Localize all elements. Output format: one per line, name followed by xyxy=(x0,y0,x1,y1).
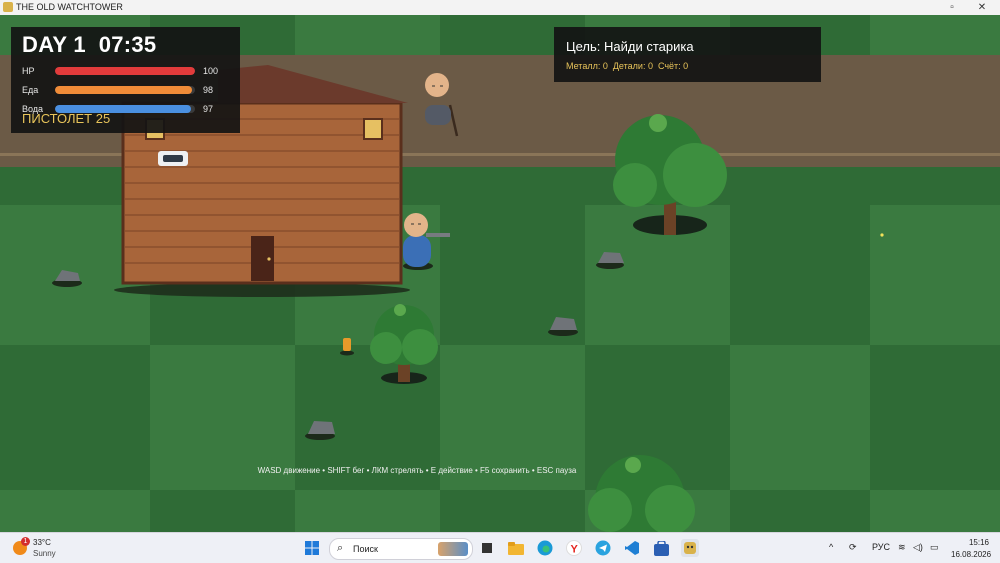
search-icon: ⌕ xyxy=(337,542,344,554)
store-icon[interactable] xyxy=(652,539,670,557)
weather-desc[interactable]: Sunny xyxy=(33,549,56,558)
yandex-browser-icon[interactable]: Y xyxy=(565,539,583,557)
close-button[interactable]: ✕ xyxy=(970,0,994,15)
hp-label: HP xyxy=(22,66,35,76)
battery-icon[interactable]: ▭ xyxy=(930,542,939,553)
tray-chevron-icon[interactable]: ^ xyxy=(829,542,833,552)
edge-browser-icon[interactable] xyxy=(536,539,554,557)
controls-hint: WASD движение • SHIFT бег • ЛКМ стрелять… xyxy=(257,466,577,475)
game-viewport[interactable]: DAY 1 07:35 HP 100 Еда 98 Вода 97 ПИСТОЛ… xyxy=(0,15,1000,532)
stats-panel: DAY 1 07:35 HP 100 Еда 98 Вода 97 ПИСТОЛ… xyxy=(11,27,240,133)
notification-badge: 1 xyxy=(21,537,30,546)
volume-icon[interactable]: ◁) xyxy=(913,542,923,553)
hp-stat: HP 100 xyxy=(22,65,237,77)
search-placeholder: Поиск xyxy=(353,544,378,554)
objective-panel: Цель: Найди старика Металл: 0 Детали: 0 … xyxy=(554,27,821,82)
objective-title: Цель: Найди старика xyxy=(566,39,694,54)
file-explorer-icon[interactable] xyxy=(507,539,525,557)
weapon-ammo-label: ПИСТОЛЕТ 25 xyxy=(22,111,111,126)
search-highlight-image xyxy=(438,542,468,556)
language-indicator[interactable]: РУС xyxy=(872,542,890,552)
clock-time[interactable]: 15:16 xyxy=(951,538,989,547)
taskbar-search-input[interactable]: ⌕ Поиск xyxy=(329,538,473,560)
food-label: Еда xyxy=(22,85,39,95)
wifi-icon[interactable]: ≋ xyxy=(898,542,906,553)
minimize-button[interactable]: ▫ xyxy=(940,0,964,15)
window-titlebar: THE OLD WATCHTOWER ▫ ✕ xyxy=(0,0,1000,16)
hp-value: 100 xyxy=(203,66,219,76)
windows-taskbar: 1 33°C Sunny ⌕ Поиск Y ^ ⟳ РУС ≋ ◁) ▭ 15… xyxy=(0,532,1000,563)
resources-counter: Металл: 0 Детали: 0 Счёт: 0 xyxy=(566,61,689,71)
clock-date[interactable]: 16.08.2026 xyxy=(951,550,991,559)
svg-text:Y: Y xyxy=(571,544,579,556)
sparkle-item[interactable] xyxy=(880,233,884,237)
food-bar-fill xyxy=(55,86,193,94)
food-bar xyxy=(55,86,195,94)
hp-bar xyxy=(55,67,195,75)
vscode-icon[interactable] xyxy=(623,539,641,557)
day-time-label: DAY 1 07:35 xyxy=(22,32,157,57)
weather-temp[interactable]: 33°C xyxy=(33,538,51,547)
window-title: THE OLD WATCHTOWER xyxy=(16,2,123,12)
windows-start-icon[interactable] xyxy=(303,539,321,557)
task-view-icon[interactable] xyxy=(478,539,496,557)
water-value: 97 xyxy=(203,104,214,114)
food-value: 98 xyxy=(203,85,214,95)
sync-icon[interactable]: ⟳ xyxy=(849,542,857,553)
game-app-icon[interactable] xyxy=(681,539,699,557)
house-shadow xyxy=(114,283,410,297)
app-icon xyxy=(3,2,13,12)
telegram-icon[interactable] xyxy=(594,539,612,557)
hp-bar-fill xyxy=(55,67,195,75)
food-stat: Еда 98 xyxy=(22,84,237,96)
